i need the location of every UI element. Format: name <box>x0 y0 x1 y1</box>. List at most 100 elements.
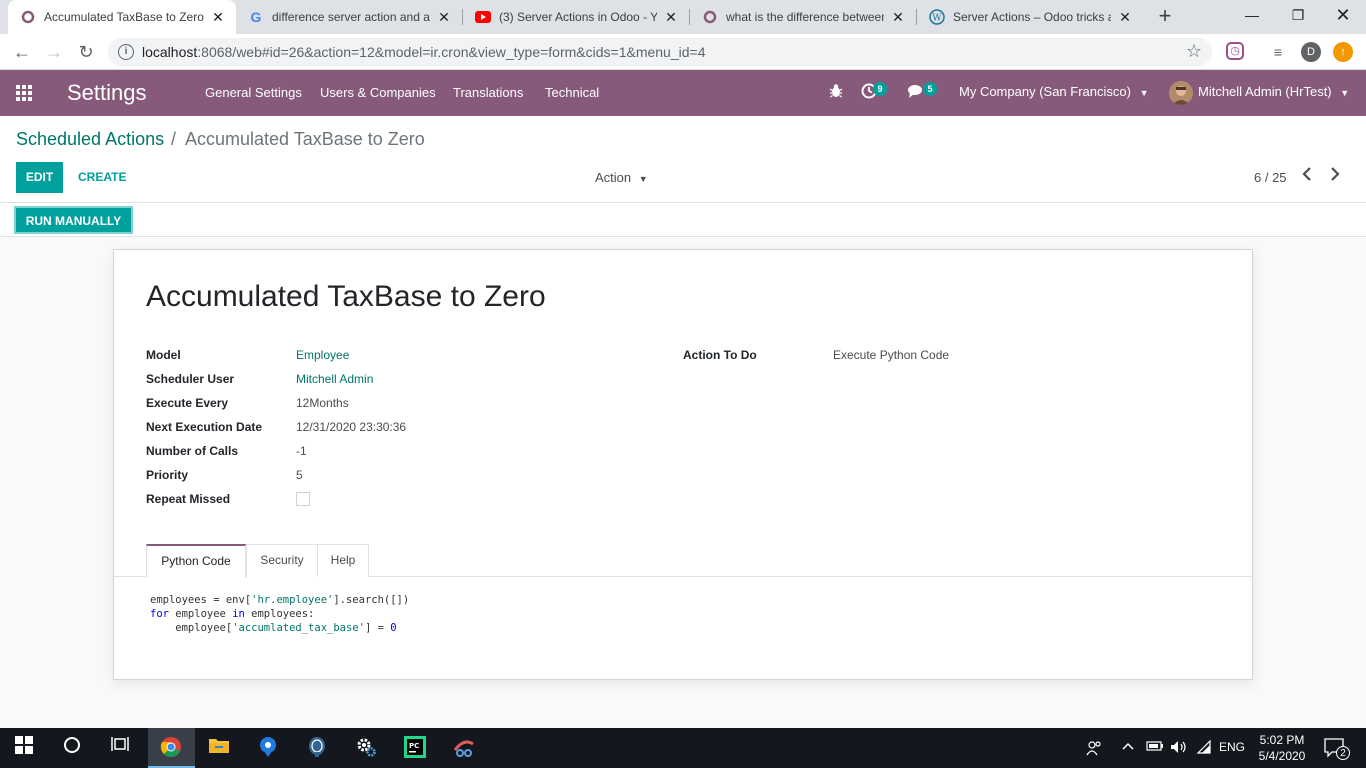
windows-taskbar: PC ENG 5:02 PM 5/4/2020 2 <box>0 728 1366 768</box>
field-value-number-of-calls: -1 <box>296 444 307 458</box>
tab-help[interactable]: Help <box>317 544 369 577</box>
pager-previous-icon[interactable] <box>1302 167 1312 186</box>
browser-tab[interactable]: G difference server action and au ✕ <box>236 0 462 34</box>
task-view-icon[interactable] <box>108 736 132 760</box>
close-icon[interactable]: ✕ <box>1117 9 1133 26</box>
tab-title: Accumulated TaxBase to Zero <box>44 10 204 24</box>
people-icon[interactable] <box>1086 740 1102 759</box>
breadcrumb-scheduled-actions[interactable]: Scheduled Actions <box>16 129 164 150</box>
reload-button[interactable]: ↻ <box>74 40 98 64</box>
tab-title: what is the difference between <box>726 10 884 24</box>
create-button[interactable]: CREATE <box>78 170 126 184</box>
pycharm-icon[interactable]: PC <box>403 736 427 760</box>
menu-technical[interactable]: Technical <box>545 85 599 100</box>
search-icon[interactable] <box>60 736 84 760</box>
file-explorer-icon[interactable] <box>207 736 231 760</box>
profile-avatar[interactable]: D <box>1301 42 1321 62</box>
notification-count-badge: 2 <box>1336 746 1350 760</box>
caret-down-icon: ▼ <box>1139 88 1149 98</box>
notebook-tabs: Python Code Security Help <box>114 544 1252 578</box>
new-tab-button[interactable]: + <box>1153 4 1177 28</box>
clock-date: 5/4/2020 <box>1258 749 1306 763</box>
postgresql-icon[interactable] <box>305 736 329 760</box>
field-value-action-to-do: Execute Python Code <box>833 348 950 362</box>
address-bar[interactable]: i localhost:8068/web#id=26&action=12&mod… <box>108 38 1212 66</box>
edit-button[interactable]: EDIT <box>16 162 63 193</box>
field-label-priority: Priority <box>146 468 189 482</box>
odoo-navbar: Settings General Settings Users & Compan… <box>0 70 1366 116</box>
google-icon: G <box>250 9 262 25</box>
system-clock[interactable]: 5:02 PM 5/4/2020 <box>1252 732 1312 764</box>
extension-icon[interactable]: ◷ <box>1226 42 1244 60</box>
restore-button[interactable]: ❐ <box>1275 0 1321 30</box>
browser-tab[interactable]: what is the difference between ✕ <box>690 0 916 34</box>
field-value-model[interactable]: Employee <box>296 348 349 362</box>
svg-text:PC: PC <box>409 742 419 750</box>
python-code-editor[interactable]: employees = env['hr.employee'].search([]… <box>150 593 409 635</box>
apps-menu-icon[interactable] <box>16 85 34 101</box>
browser-tab[interactable]: W Server Actions – Odoo tricks an ✕ <box>917 0 1143 34</box>
code-line: employee['accumlated_tax_base'] = 0 <box>150 622 397 634</box>
debug-bug-icon[interactable] <box>829 83 843 102</box>
caret-down-icon: ▼ <box>1340 88 1350 98</box>
form-sheet: Accumulated TaxBase to Zero Model Employ… <box>113 249 1253 680</box>
field-label-next-execution: Next Execution Date <box>146 420 263 434</box>
browser-tab-active[interactable]: Accumulated TaxBase to Zero ✕ <box>8 0 236 34</box>
user-name: Mitchell Admin (HrTest) <box>1198 84 1332 99</box>
menu-translations[interactable]: Translations <box>453 85 523 100</box>
action-dropdown[interactable]: Action ▼ <box>595 170 648 185</box>
tab-title: difference server action and au <box>272 10 430 24</box>
field-label-action-to-do: Action To Do <box>683 348 757 362</box>
repeat-missed-checkbox[interactable] <box>296 492 310 506</box>
minimize-button[interactable]: — <box>1229 0 1275 30</box>
menu-users-companies[interactable]: Users & Companies <box>320 85 436 100</box>
run-manually-button[interactable]: RUN MANUALLY <box>14 206 133 234</box>
field-value-scheduler-user[interactable]: Mitchell Admin <box>296 372 373 386</box>
wifi-icon[interactable] <box>1196 739 1212 757</box>
media-control-icon[interactable]: ≡ <box>1268 42 1288 62</box>
field-value-priority: 5 <box>296 468 303 482</box>
info-icon[interactable]: i <box>118 44 134 60</box>
windows-start-icon[interactable] <box>12 736 36 760</box>
language-indicator[interactable]: ENG <box>1219 740 1245 754</box>
action-label: Action <box>595 170 632 185</box>
url-text: localhost:8068/web#id=26&action=12&model… <box>142 44 706 60</box>
chrome-icon[interactable] <box>159 736 183 760</box>
forward-button[interactable]: → <box>42 40 66 64</box>
wordpress-icon: W <box>929 9 945 25</box>
battery-icon[interactable] <box>1146 740 1164 755</box>
user-menu[interactable]: Mitchell Admin (HrTest) ▼ <box>1198 84 1349 99</box>
volume-icon[interactable] <box>1170 740 1188 757</box>
update-icon[interactable]: ↑ <box>1333 42 1353 62</box>
code-line: employees = env['hr.employee'].search([]… <box>150 594 410 606</box>
snipping-tool-icon[interactable] <box>452 736 476 760</box>
record-title: Accumulated TaxBase to Zero <box>146 280 546 313</box>
pager-next-icon[interactable] <box>1330 167 1340 186</box>
breadcrumb-separator: / <box>171 129 177 149</box>
company-name: My Company (San Francisco) <box>959 84 1131 99</box>
close-icon[interactable]: ✕ <box>210 9 226 26</box>
tab-security[interactable]: Security <box>246 544 318 577</box>
tab-title: (3) Server Actions in Odoo - Yo <box>499 10 657 24</box>
close-window-button[interactable]: ✕ <box>1320 0 1366 30</box>
svg-text:W: W <box>932 14 942 24</box>
odoo-icon <box>702 9 718 25</box>
pager-value[interactable]: 6 / 25 <box>1254 170 1287 185</box>
field-label-scheduler-user: Scheduler User <box>146 372 235 386</box>
tab-python-code[interactable]: Python Code <box>146 544 246 578</box>
field-label-execute-every: Execute Every <box>146 396 229 410</box>
close-icon[interactable]: ✕ <box>436 9 452 26</box>
close-icon[interactable]: ✕ <box>890 9 906 26</box>
browser-tab[interactable]: (3) Server Actions in Odoo - Yo ✕ <box>463 0 689 34</box>
menu-general-settings[interactable]: General Settings <box>205 85 302 100</box>
maps-icon[interactable] <box>256 736 280 760</box>
settings-gears-icon[interactable] <box>354 736 378 760</box>
field-label-model: Model <box>146 348 181 362</box>
user-avatar[interactable] <box>1169 81 1193 105</box>
close-icon[interactable]: ✕ <box>663 9 679 26</box>
chevron-up-icon[interactable] <box>1122 740 1134 754</box>
company-switcher[interactable]: My Company (San Francisco) ▼ <box>959 84 1149 99</box>
back-button[interactable]: ← <box>10 40 34 64</box>
bookmark-star-icon[interactable]: ☆ <box>1186 41 1202 62</box>
form-statusbar: RUN MANUALLY <box>0 203 1366 237</box>
